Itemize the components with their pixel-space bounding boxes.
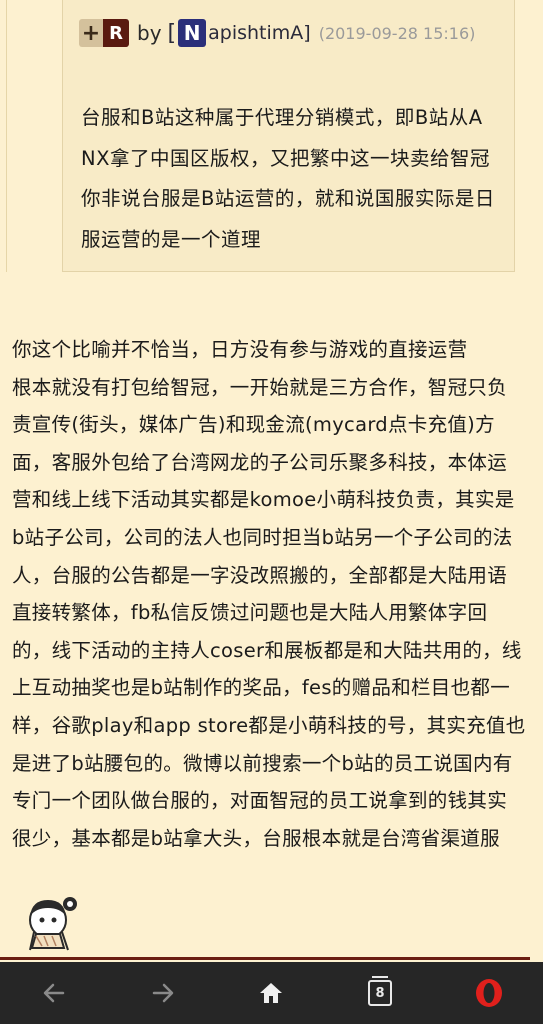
- quote-text: 台服和B站这种属于代理分销模式，即B站从A NX拿了中国区版权，又把繁中这一块卖…: [81, 98, 506, 260]
- by-label: by: [137, 21, 162, 45]
- back-arrow-icon: [44, 983, 65, 1003]
- reply-line: 上互动抽奖也是b站制作的奖品，fes的赠品和栏目也都一: [12, 676, 510, 700]
- quote-line: 服运营的是一个道理: [81, 227, 262, 251]
- content-divider: [0, 957, 530, 960]
- reply-line: 根本就没有打包给智冠，一开始就是三方合作，智冠只负: [12, 375, 508, 399]
- reply-line: 样，谷歌play和app store都是小萌科技的号，其实充值也: [12, 713, 526, 737]
- forward-arrow-icon: [152, 983, 174, 1003]
- reply-line: b站子公司，公司的法人也同时担当b站另一个子公司的法: [12, 525, 513, 549]
- reply-line: 专门一个团队做台服的，对面智冠的员工说拿到的钱其实: [12, 789, 508, 813]
- reply-line: 人，台服的公告都是一字没改照搬的，全部都是大陆用语: [12, 563, 508, 587]
- tabs-icon: 8: [368, 976, 393, 1006]
- quote-line: 你非说台服是B站运营的，就和说国服实际是日: [81, 187, 495, 210]
- reply-line: 营和线上线下活动其实都是komoe小萌科技负责，其实是: [12, 488, 515, 512]
- quote-line: NX拿了中国区版权，又把繁中这一块卖给智冠: [81, 146, 490, 170]
- opera-icon: [475, 979, 502, 1007]
- home-icon: [260, 983, 283, 1003]
- quoted-post: + R by [ N apishtimA] (2019-09-28 15:16)…: [62, 0, 515, 272]
- back-button[interactable]: [24, 963, 84, 1023]
- reply-line: 是进了b站腰包的。微博以前搜索一个b站的员工说国内有: [12, 751, 513, 775]
- browser-navbar: 8: [0, 962, 543, 1024]
- quote-line: 台服和B站这种属于代理分销模式，即B站从A: [81, 106, 483, 129]
- reply-line: 直接转繁体，fb私信反馈过问题也是大陆人用繁体字回: [12, 601, 488, 625]
- r-badge[interactable]: R: [103, 19, 129, 47]
- plus-badge[interactable]: +: [79, 19, 103, 47]
- opera-menu-button[interactable]: [459, 963, 519, 1023]
- post-date: (2019-09-28 15:16): [318, 23, 476, 43]
- username-link[interactable]: apishtimA]: [208, 22, 311, 44]
- reply-line: 面，客服外包给了台湾网龙的子公司乐聚多科技，本体运: [12, 450, 508, 474]
- reply-line: 责宣传(街头，媒体广告)和现金流(mycard点卡充值)方: [12, 413, 495, 437]
- reply-line: 的，线下活动的主持人coser和展板都是和大陆共用的，线: [12, 638, 522, 662]
- mascot-sticker: [29, 897, 77, 951]
- reply-line: 很少，基本都是b站拿大头，台服根本就是台湾省渠道服: [12, 826, 500, 850]
- user-avatar[interactable]: N: [178, 19, 207, 47]
- reply-text: 你这个比喻并不恰当，日方没有参与游戏的直接运营 根本就没有打包给智冠，一开始就是…: [12, 331, 537, 857]
- home-button[interactable]: [241, 963, 301, 1023]
- bracket-open: [: [167, 20, 177, 46]
- quote-header: + R by [ N apishtimA] (2019-09-28 15:16): [79, 16, 475, 50]
- tabs-button[interactable]: 8: [350, 963, 410, 1023]
- page: + R by [ N apishtimA] (2019-09-28 15:16)…: [0, 0, 543, 1024]
- reply-line: 你这个比喻并不恰当，日方没有参与游戏的直接运营: [12, 338, 468, 361]
- forward-button[interactable]: [133, 963, 193, 1023]
- tab-count: 8: [375, 985, 385, 1001]
- thread-rule: [6, 0, 7, 272]
